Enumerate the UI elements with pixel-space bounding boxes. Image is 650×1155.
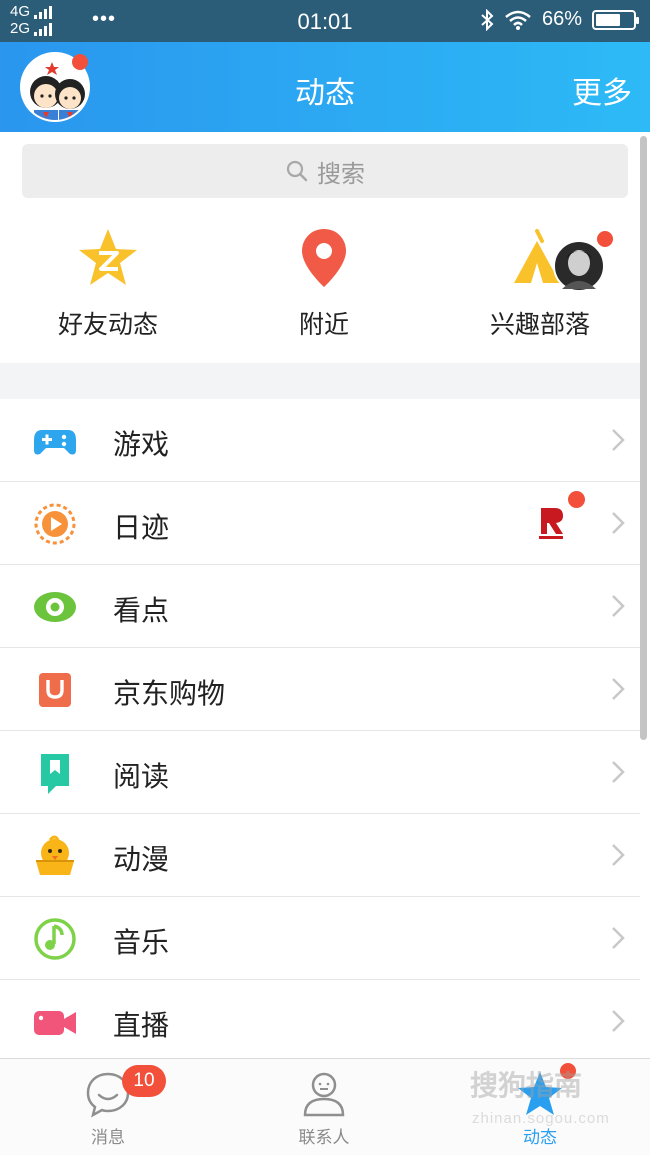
list-item-kandian[interactable]: 看点 bbox=[0, 565, 640, 648]
list-item-label: 京东购物 bbox=[113, 678, 226, 709]
bluetooth-icon bbox=[481, 8, 494, 31]
list-item-diary[interactable]: 日迹 bbox=[0, 482, 640, 565]
list-item-label: 直播 bbox=[113, 1010, 170, 1041]
eye-icon bbox=[34, 592, 76, 622]
chevron-right-icon bbox=[612, 512, 625, 534]
shortcut-label: 兴趣部落 bbox=[489, 311, 590, 339]
search-input[interactable]: 搜索 bbox=[22, 144, 628, 198]
battery-icon bbox=[592, 9, 639, 30]
list-item-jd-shopping[interactable]: 京东购物 bbox=[0, 648, 640, 731]
list-item-reading[interactable]: 阅读 bbox=[0, 731, 640, 814]
battery-fill bbox=[596, 13, 620, 26]
shortcut-friend-feed[interactable]: 好友动态 bbox=[0, 215, 216, 363]
bookmark-book-icon bbox=[41, 754, 69, 794]
page-title: 动态 bbox=[295, 77, 355, 110]
gamepad-icon bbox=[34, 430, 76, 455]
list-item-label: 音乐 bbox=[113, 927, 170, 958]
shortcut-nearby[interactable]: 附近 bbox=[216, 215, 432, 363]
more-button[interactable]: 更多 bbox=[572, 68, 632, 112]
list-item-label: 阅读 bbox=[113, 761, 170, 792]
watermark-url: zhinan.sogou.com bbox=[472, 1110, 610, 1127]
watermark: 搜狗指南 bbox=[470, 1070, 583, 1101]
person-icon bbox=[303, 1072, 345, 1117]
video-camera-icon bbox=[34, 1011, 76, 1035]
scrollbar[interactable] bbox=[640, 136, 647, 740]
wifi-icon bbox=[505, 10, 531, 30]
list-item-live[interactable]: 直播 bbox=[0, 980, 640, 1063]
play-circle-icon bbox=[34, 503, 76, 545]
chevron-right-icon bbox=[612, 761, 625, 783]
shortcut-grid: 好友动态 附近 兴趣部落 bbox=[0, 215, 640, 363]
shopping-bag-icon bbox=[39, 673, 71, 707]
brand-thumbnail bbox=[535, 504, 567, 542]
list-item-label: 动漫 bbox=[113, 844, 170, 875]
status-bar: 4G 2G ••• 01:01 66% bbox=[0, 0, 650, 42]
shortcut-label: 好友动态 bbox=[57, 311, 158, 339]
shortcut-label: 附近 bbox=[298, 311, 349, 339]
tribe-avatar bbox=[553, 240, 605, 292]
list-item-label: 游戏 bbox=[113, 429, 170, 460]
search-icon bbox=[286, 160, 308, 182]
chevron-right-icon bbox=[612, 927, 625, 949]
chevron-right-icon bbox=[612, 429, 625, 451]
tab-messages[interactable]: 消息 10 bbox=[0, 1059, 216, 1155]
tribe-notification-dot bbox=[597, 231, 613, 247]
list-item-anime[interactable]: 动漫 bbox=[0, 814, 640, 897]
music-note-icon bbox=[34, 918, 76, 960]
list-item-music[interactable]: 音乐 bbox=[0, 897, 640, 980]
list-item-label: 看点 bbox=[113, 595, 170, 626]
chevron-right-icon bbox=[612, 1010, 625, 1032]
chick-icon bbox=[36, 835, 74, 875]
battery-percent: 66% bbox=[541, 8, 582, 30]
search-placeholder: 搜索 bbox=[317, 160, 365, 188]
chevron-right-icon bbox=[612, 844, 625, 866]
tab-contacts[interactable]: 联系人 bbox=[216, 1059, 432, 1155]
tab-label: 联系人 bbox=[298, 1128, 350, 1147]
chevron-right-icon bbox=[612, 678, 625, 700]
section-divider bbox=[0, 363, 640, 399]
feature-list: 游戏 日迹 看点 京东购物 阅读 动漫 音乐 直播 bbox=[0, 399, 640, 1063]
chevron-right-icon bbox=[612, 595, 625, 617]
app-header: 动态 更多 bbox=[0, 42, 650, 132]
shortcut-interest-tribe[interactable]: 兴趣部落 bbox=[432, 215, 648, 363]
diary-notification-dot bbox=[568, 491, 585, 508]
location-pin-icon bbox=[302, 229, 346, 287]
list-item-label: 日迹 bbox=[113, 512, 170, 543]
list-item-games[interactable]: 游戏 bbox=[0, 399, 640, 482]
unread-badge: 10 bbox=[122, 1065, 166, 1097]
qzone-star-icon bbox=[79, 229, 137, 285]
tab-label: 消息 bbox=[91, 1128, 125, 1147]
